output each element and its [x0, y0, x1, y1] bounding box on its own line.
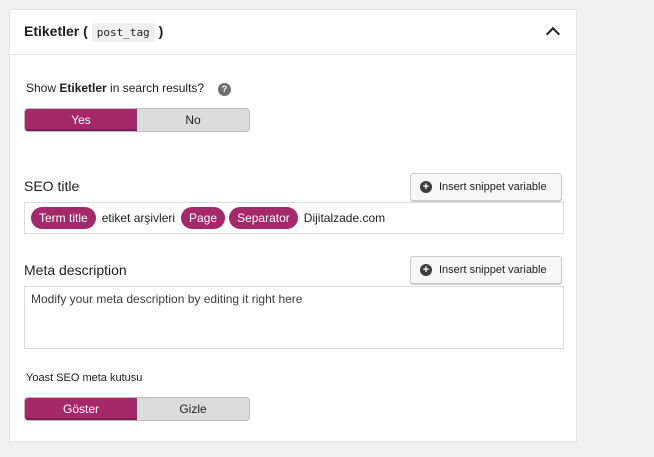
meta-description-insert-snippet-button[interactable]: + Insert snippet variable	[410, 256, 562, 284]
token-separator[interactable]: Separator	[229, 207, 298, 229]
search-label-prefix: Show	[26, 81, 60, 95]
toggle-hide-option[interactable]: Gizle	[137, 398, 249, 420]
seo-title-tokens: Term title etiket arşivleri Page Separat…	[31, 207, 387, 229]
panel-title-end: )	[158, 23, 164, 39]
plus-circle-icon: +	[420, 264, 432, 276]
token-text-archive: etiket arşivleri	[101, 211, 176, 225]
plus-circle-icon: +	[420, 181, 432, 193]
meta-box-label: Yoast SEO meta kutusu	[26, 372, 143, 384]
meta-description-label: Meta description	[24, 262, 127, 278]
meta-description-placeholder: Modify your meta description by editing …	[31, 292, 303, 306]
toggle-show-option[interactable]: Göster	[25, 398, 137, 420]
meta-description-input[interactable]: Modify your meta description by editing …	[24, 286, 564, 349]
search-results-toggle: Yes No	[24, 108, 250, 132]
panel-title-text: Etiketler (	[24, 23, 88, 39]
panel-title: Etiketler ( post_tag )	[24, 23, 164, 42]
chevron-up-icon[interactable]	[545, 26, 561, 42]
token-term-title[interactable]: Term title	[31, 207, 96, 229]
snippet-button-label: Insert snippet variable	[439, 264, 547, 276]
token-page[interactable]: Page	[181, 207, 226, 229]
token-text-site: Dijitalzade.com	[303, 211, 386, 225]
panel-header[interactable]: Etiketler ( post_tag )	[10, 10, 576, 55]
panel-title-code: post_tag	[91, 23, 155, 42]
search-results-question: Show Etiketler in search results?	[26, 81, 204, 95]
seo-title-label: SEO title	[24, 178, 80, 194]
toggle-no-option[interactable]: No	[137, 109, 249, 131]
taxonomy-settings-panel: Etiketler ( post_tag ) Show Etiketler in…	[9, 9, 577, 442]
search-label-suffix: in search results?	[106, 81, 205, 95]
seo-title-input[interactable]: Term title etiket arşivleri Page Separat…	[24, 202, 564, 234]
help-icon[interactable]: ?	[218, 83, 231, 96]
toggle-yes-option[interactable]: Yes	[25, 109, 137, 131]
seo-title-insert-snippet-button[interactable]: + Insert snippet variable	[410, 173, 562, 201]
snippet-button-label: Insert snippet variable	[439, 181, 547, 193]
search-label-bold: Etiketler	[59, 81, 107, 95]
meta-box-toggle: Göster Gizle	[24, 397, 250, 421]
